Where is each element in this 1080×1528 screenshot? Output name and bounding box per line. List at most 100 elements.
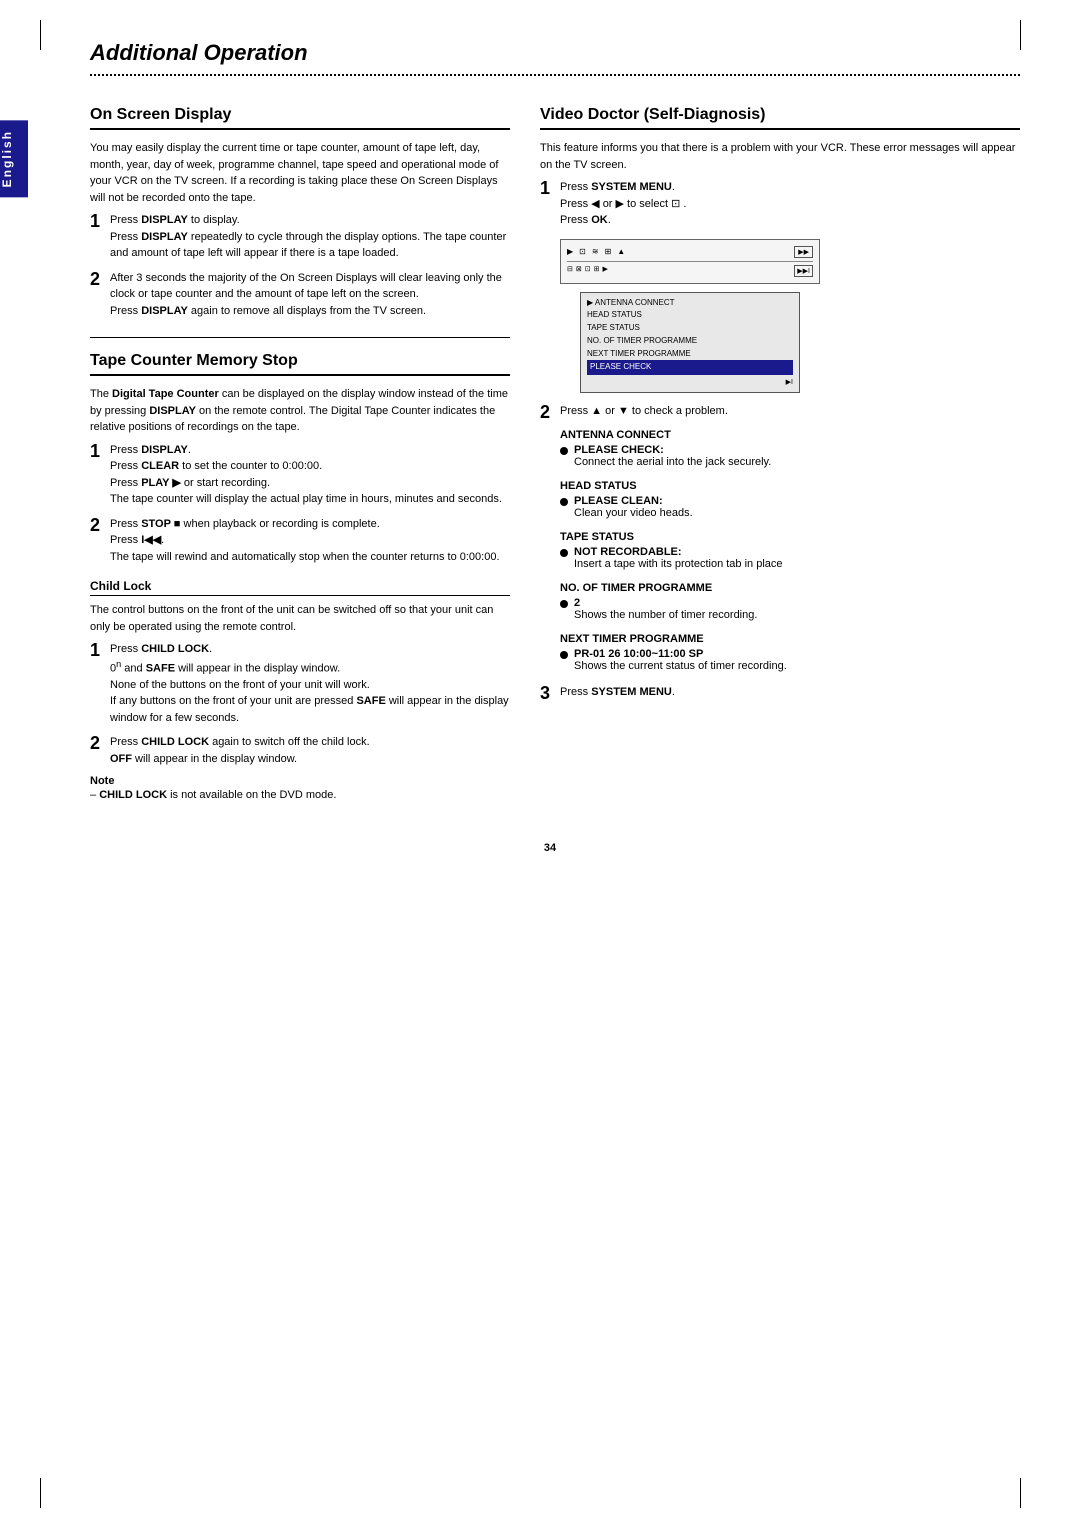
- safe-keyword-2: SAFE: [356, 695, 385, 707]
- vcr-sym-1: ⊟: [567, 265, 573, 277]
- child-lock-section: Child Lock The control buttons on the fr…: [90, 579, 510, 804]
- childlock-keyword-2: CHILD LOCK: [141, 736, 209, 748]
- left-column: On Screen Display You may easily display…: [90, 92, 510, 812]
- video-doctor-title: Video Doctor (Self-Diagnosis): [540, 106, 1020, 130]
- antenna-connect-group: ANTENNA CONNECT PLEASE CHECK: Connect th…: [560, 429, 1020, 468]
- step-1-vd: 1 Press SYSTEM MENU. Press ◀ or ▶ to sel…: [540, 179, 1020, 229]
- step-2-content: After 3 seconds the majority of the On S…: [110, 270, 510, 320]
- bullet-dot-3: [560, 549, 568, 557]
- note-text: – CHILD LOCK is not available on the DVD…: [90, 789, 336, 801]
- rewind-keyword: I◀◀: [141, 534, 161, 546]
- step-num-vd-2: 2: [540, 403, 554, 421]
- vcr-icon-4: ⊞: [605, 247, 612, 256]
- timer-count-value: 2: [574, 597, 580, 609]
- off-keyword: OFF: [110, 753, 132, 765]
- display-keyword-4: DISPLAY: [149, 405, 196, 417]
- superscript-n: n: [116, 659, 121, 669]
- tape-status-bullet: NOT RECORDABLE: Insert a tape with its p…: [560, 546, 1020, 570]
- safe-keyword-1: SAFE: [146, 662, 175, 674]
- timer-programme-count-label: NO. OF TIMER PROGRAMME: [560, 582, 1020, 594]
- tape-counter-section: Tape Counter Memory Stop The Digital Tap…: [90, 352, 510, 804]
- right-column: Video Doctor (Self-Diagnosis) This featu…: [540, 92, 1020, 812]
- menu-item-5: NEXT TIMER PROGRAMME: [587, 348, 793, 361]
- childlock-keyword-1: CHILD LOCK: [141, 643, 209, 655]
- step-num-child-2: 2: [90, 734, 104, 752]
- next-timer-group: NEXT TIMER PROGRAMME PR-01 26 10:00~11:0…: [560, 633, 1020, 672]
- step-2-childlock-content: Press CHILD LOCK again to switch off the…: [110, 734, 510, 767]
- tape-counter-intro: The Digital Tape Counter can be displaye…: [90, 386, 510, 436]
- step-num-1: 1: [90, 212, 104, 230]
- step-1-tape-content: Press DISPLAY. Press CLEAR to set the co…: [110, 442, 510, 508]
- ok-keyword: OK: [591, 214, 608, 226]
- head-status-group: HEAD STATUS PLEASE CLEAN: Clean your vid…: [560, 480, 1020, 519]
- display-keyword-1: DISPLAY: [141, 214, 188, 226]
- vcr-sym-3: ⊡: [585, 265, 591, 277]
- step-2-tape-content: Press STOP ■ when playback or recording …: [110, 516, 510, 566]
- menu-highlight-item: PLEASE CHECK: [587, 360, 793, 375]
- step-num-vd-1: 1: [540, 179, 554, 197]
- bullet-dot-1: [560, 447, 568, 455]
- on-screen-display-title: On Screen Display: [90, 106, 510, 130]
- vcr-menu-display: ▶ ANTENNA CONNECT HEAD STATUS TAPE STATU…: [580, 292, 800, 394]
- step-2-display: 2 After 3 seconds the majority of the On…: [90, 270, 510, 320]
- display-keyword-5: DISPLAY: [141, 444, 188, 456]
- stop-keyword: STOP ■: [141, 518, 180, 530]
- next-timer-content: PR-01 26 10:00~11:00 SP Shows the curren…: [574, 648, 787, 672]
- step-num-vd-3: 3: [540, 684, 554, 702]
- video-doctor-intro: This feature informs you that there is a…: [540, 140, 1020, 173]
- vcr-sym-4: ⊞: [594, 265, 600, 277]
- step-1-display: 1 Press DISPLAY to display. Press DISPLA…: [90, 212, 510, 262]
- video-doctor-section: Video Doctor (Self-Diagnosis) This featu…: [540, 106, 1020, 702]
- digital-tape-counter-keyword: Digital Tape Counter: [112, 388, 219, 400]
- head-status-label: HEAD STATUS: [560, 480, 1020, 492]
- vcr-bottom-icons: ⊟ ⊠ ⊡ ⊞ ▶ ▶▶I: [567, 265, 813, 277]
- child-lock-intro: The control buttons on the front of the …: [90, 602, 510, 635]
- step-num-2: 2: [90, 270, 104, 288]
- vcr-top-display: ▶ ⊡ ≋ ⊞ ▲ ▶▶ ⊟ ⊠ ⊡ ⊞: [560, 239, 820, 284]
- vcr-sym-2: ⊠: [576, 265, 582, 277]
- bullet-dot-4: [560, 600, 568, 608]
- antenna-connect-label: ANTENNA CONNECT: [560, 429, 1020, 441]
- step-3-vd: 3 Press SYSTEM MENU.: [540, 684, 1020, 702]
- child-lock-title: Child Lock: [90, 579, 510, 596]
- display-keyword-3: DISPLAY: [141, 305, 188, 317]
- vcr-icon-row: ▶ ⊡ ≋ ⊞ ▲ ▶▶: [567, 246, 813, 262]
- tape-status-label: TAPE STATUS: [560, 531, 1020, 543]
- tape-status-content: NOT RECORDABLE: Insert a tape with its p…: [574, 546, 783, 570]
- step-3-vd-content: Press SYSTEM MENU.: [560, 684, 1020, 701]
- vcr-icon-2: ⊡: [579, 247, 586, 256]
- menu-item-4: NO. OF TIMER PROGRAMME: [587, 335, 793, 348]
- clear-keyword: CLEAR: [141, 460, 179, 472]
- head-status-content: PLEASE CLEAN: Clean your video heads.: [574, 495, 693, 519]
- antenna-connect-bullet: PLEASE CHECK: Connect the aerial into th…: [560, 444, 1020, 468]
- tape-status-group: TAPE STATUS NOT RECORDABLE: Insert a tap…: [560, 531, 1020, 570]
- note-label: Note: [90, 775, 114, 787]
- step-2-vd: 2 Press ▲ or ▼ to check a problem.: [540, 403, 1020, 421]
- bullet-dot-5: [560, 651, 568, 659]
- step-2-vd-content: Press ▲ or ▼ to check a problem.: [560, 403, 1020, 420]
- head-status-bullet: PLEASE CLEAN: Clean your video heads.: [560, 495, 1020, 519]
- on-screen-display-intro: You may easily display the current time …: [90, 140, 510, 206]
- system-menu-keyword-1: SYSTEM MENU: [591, 181, 672, 193]
- tape-counter-title: Tape Counter Memory Stop: [90, 352, 510, 376]
- title-separator: [90, 74, 1020, 76]
- vcr-spacer2: [611, 265, 791, 277]
- on-screen-display-section: On Screen Display You may easily display…: [90, 106, 510, 319]
- vcr-display-container: ▶ ⊡ ≋ ⊞ ▲ ▶▶ ⊟ ⊠ ⊡ ⊞: [560, 239, 1020, 394]
- play-keyword: PLAY ▶: [141, 477, 181, 489]
- section-divider-tape: [90, 337, 510, 338]
- not-recordable-keyword: NOT RECORDABLE:: [574, 546, 682, 558]
- please-check-keyword: PLEASE CHECK:: [574, 444, 664, 456]
- step-1-childlock: 1 Press CHILD LOCK. 0n and SAFE will app…: [90, 641, 510, 726]
- menu-item-2: HEAD STATUS: [587, 309, 793, 322]
- child-lock-note: Note – CHILD LOCK is not available on th…: [90, 775, 510, 804]
- page-title: Additional Operation: [90, 40, 1020, 66]
- menu-item-1: ▶ ANTENNA CONNECT: [587, 297, 793, 310]
- vcr-icon-3: ≋: [592, 247, 599, 256]
- menu-bottom: ▶I: [587, 375, 793, 388]
- page-number: 34: [80, 842, 1020, 854]
- step-2-tape: 2 Press STOP ■ when playback or recordin…: [90, 516, 510, 566]
- next-timer-value: PR-01 26 10:00~11:00 SP: [574, 648, 703, 660]
- next-timer-label: NEXT TIMER PROGRAMME: [560, 633, 1020, 645]
- menu-item-3: TAPE STATUS: [587, 322, 793, 335]
